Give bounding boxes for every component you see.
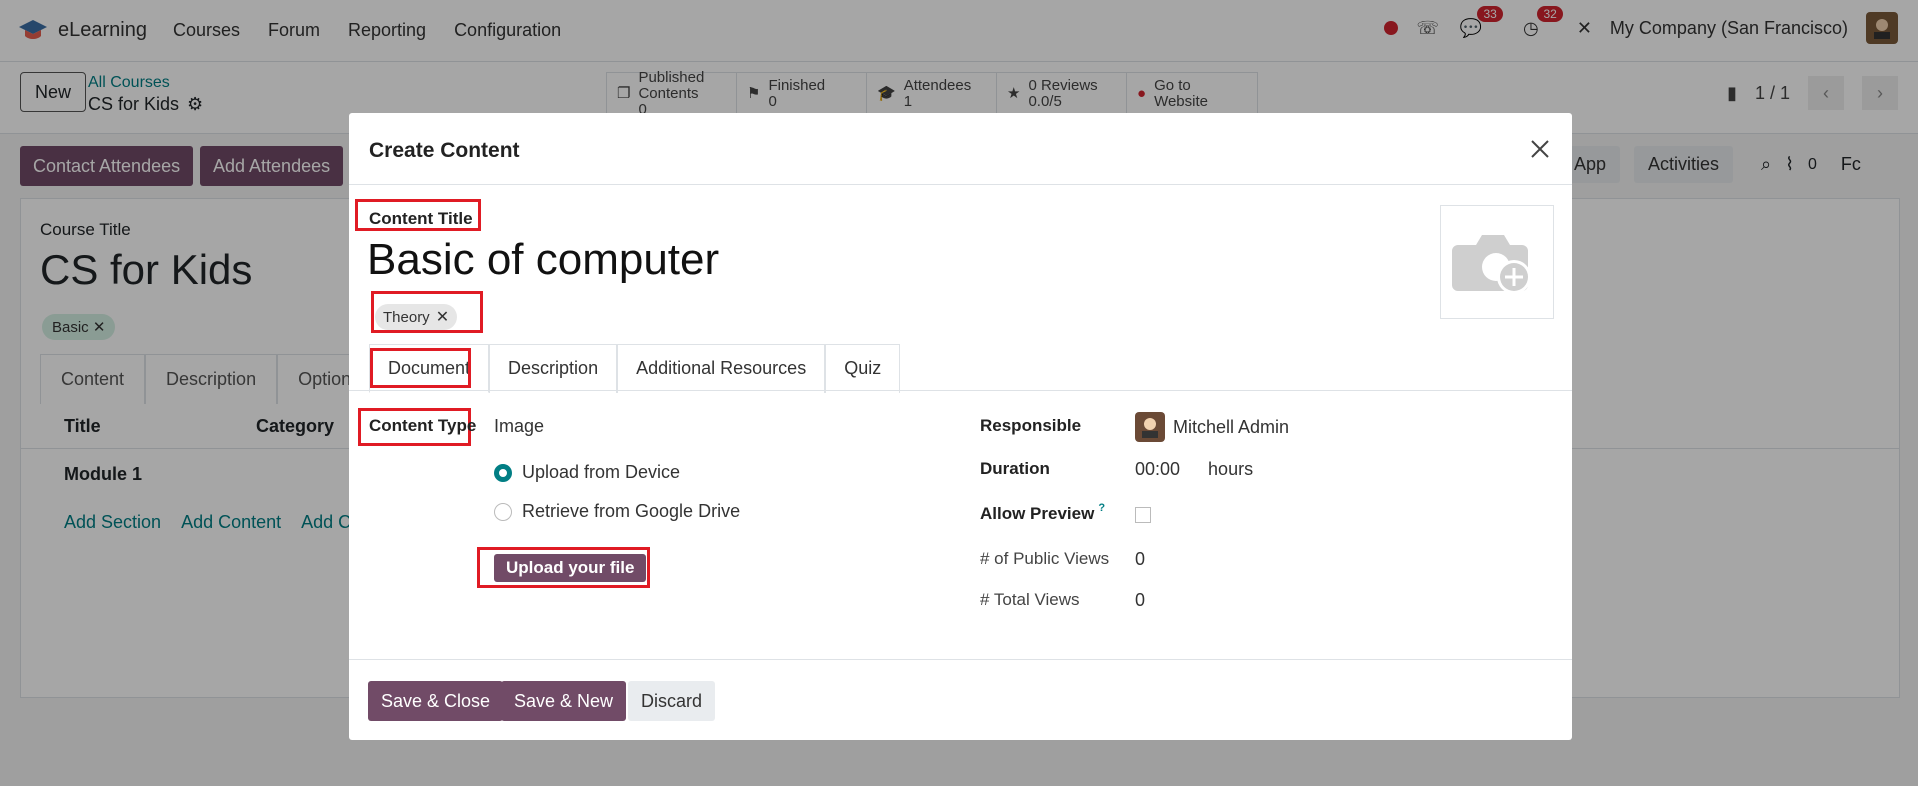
tabs-divider	[349, 390, 1572, 391]
responsible-avatar	[1135, 412, 1165, 442]
allow-preview-label: Allow Preview ?	[980, 502, 1105, 524]
content-type-label: Content Type	[369, 416, 477, 435]
allow-preview-text: Allow Preview	[980, 504, 1095, 523]
duration-input[interactable]: 00:00	[1135, 459, 1180, 480]
public-views-label: # of Public Views	[980, 549, 1110, 568]
save-new-button[interactable]: Save & New	[501, 681, 627, 721]
total-views-label: # Total Views	[980, 590, 1080, 609]
radio-google-drive[interactable]: Retrieve from Google Drive	[494, 501, 740, 522]
content-title-label: Content Title	[369, 209, 473, 228]
responsible-label: Responsible	[980, 416, 1082, 435]
responsible-field[interactable]: Mitchell Admin	[1135, 412, 1289, 442]
remove-tag-icon[interactable]: ✕	[436, 307, 449, 327]
camera-add-icon	[1452, 235, 1531, 294]
highlight-document-tab	[370, 348, 471, 388]
radio-google-drive-label: Retrieve from Google Drive	[522, 501, 741, 521]
dialog-footer: Save & Close Save & New Discard	[349, 659, 1572, 740]
dialog-header: Create Content	[349, 113, 1572, 185]
tag-theory-label: Theory	[383, 308, 430, 326]
save-close-button[interactable]: Save & Close	[368, 681, 504, 721]
public-views-value: 0	[1135, 549, 1146, 569]
tab-description[interactable]: Description	[489, 344, 618, 393]
tag-theory[interactable]: Theory ✕	[375, 304, 458, 330]
radio-button-selected[interactable]	[494, 463, 512, 482]
content-type-select[interactable]: Image	[494, 416, 544, 437]
tab-quiz[interactable]: Quiz	[825, 344, 901, 393]
discard-button[interactable]: Discard	[628, 681, 716, 721]
close-icon[interactable]	[1526, 135, 1554, 163]
radio-upload-from-device[interactable]: Upload from Device	[494, 462, 680, 483]
total-views-value: 0	[1135, 590, 1146, 610]
help-tooltip-icon[interactable]: ?	[1098, 502, 1105, 514]
duration-label: Duration	[980, 459, 1050, 478]
upload-file-button[interactable]: Upload your file	[494, 554, 647, 582]
radio-upload-label: Upload from Device	[522, 462, 681, 482]
allow-preview-field	[1135, 507, 1151, 523]
duration-field: 00:00 hours	[1135, 459, 1253, 480]
create-content-dialog: Create Content Content Title Basic of co…	[349, 113, 1572, 740]
dialog-title: Create Content	[369, 139, 520, 162]
radio-button[interactable]	[494, 502, 512, 521]
responsible-name: Mitchell Admin	[1173, 416, 1290, 437]
allow-preview-checkbox[interactable]	[1135, 507, 1151, 523]
image-upload-field[interactable]	[1440, 205, 1554, 319]
tab-additional-resources[interactable]: Additional Resources	[617, 344, 826, 393]
content-title-input[interactable]: Basic of computer	[367, 235, 719, 285]
duration-unit: hours	[1208, 459, 1254, 479]
